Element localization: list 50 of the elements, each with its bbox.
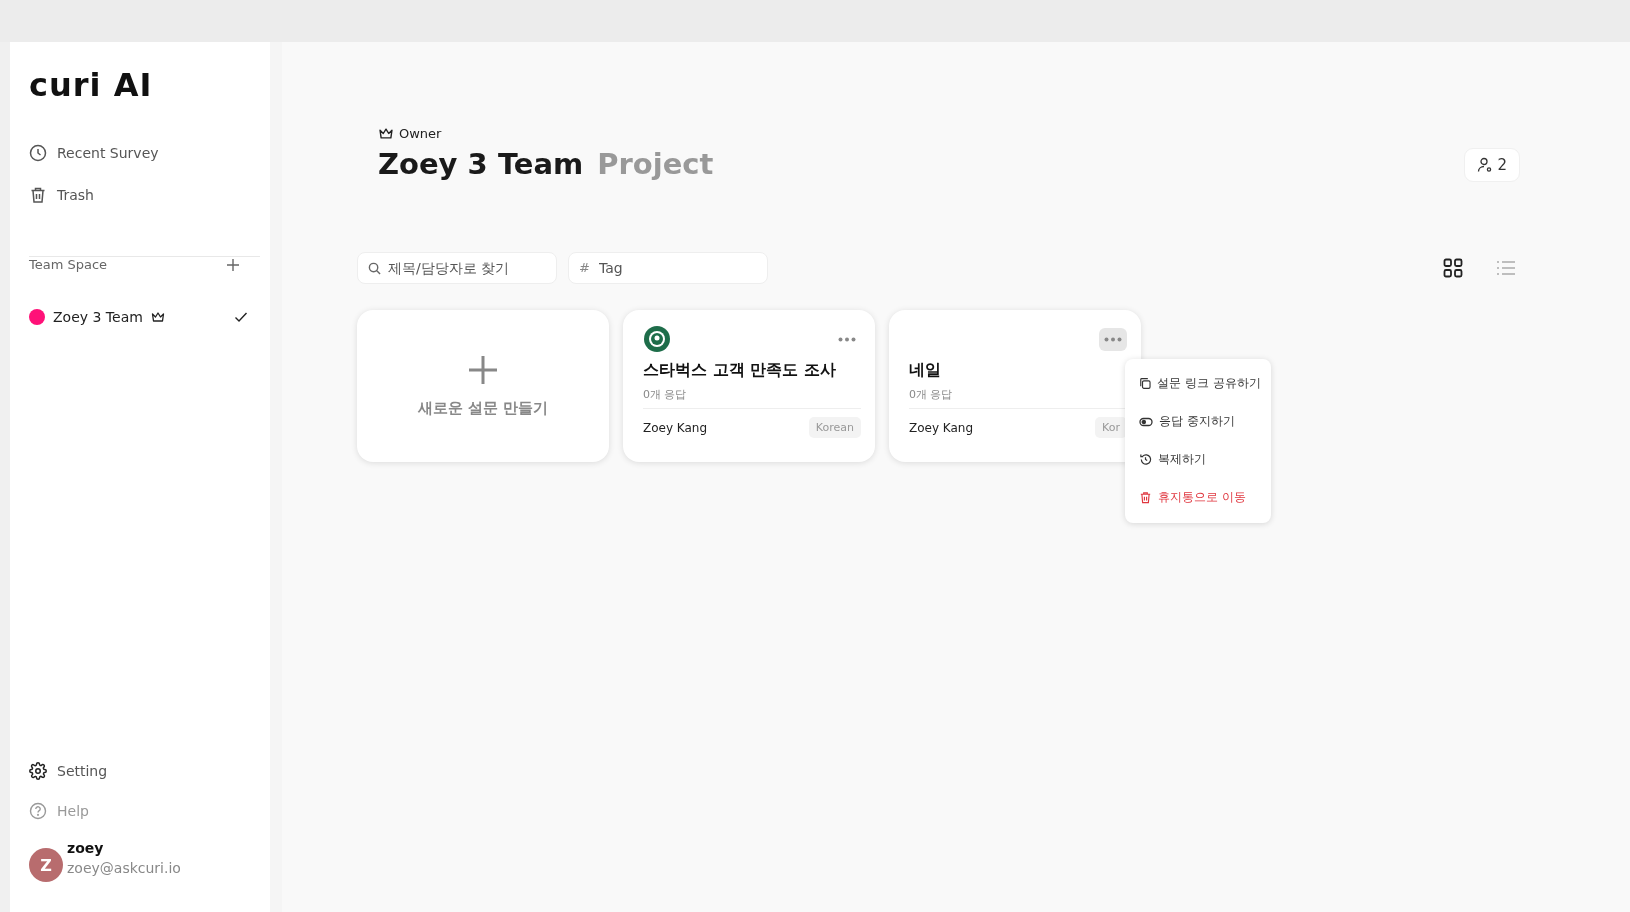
survey-title: 네일 bbox=[909, 360, 942, 381]
help-icon bbox=[29, 802, 47, 820]
user-avatar: Z bbox=[29, 848, 63, 882]
search-icon bbox=[368, 262, 381, 275]
team-name: Zoey 3 Team bbox=[53, 309, 143, 325]
logo-icon bbox=[643, 325, 671, 353]
menu-item[interactable]: 휴지통으로 이동 bbox=[1125, 481, 1271, 519]
trash-icon bbox=[1139, 491, 1152, 504]
clock-icon bbox=[29, 144, 47, 162]
more-icon bbox=[838, 336, 856, 342]
nav-item[interactable]: Setting bbox=[29, 762, 108, 780]
nav-item[interactable]: Recent Survey bbox=[29, 144, 159, 162]
plus-icon bbox=[468, 354, 498, 385]
check-icon bbox=[234, 311, 248, 323]
menu-item[interactable]: 응답 중지하기 bbox=[1125, 405, 1271, 443]
list-icon bbox=[1496, 258, 1516, 278]
toggle-icon bbox=[1139, 416, 1153, 427]
more-button[interactable] bbox=[1099, 327, 1127, 351]
history-icon bbox=[1139, 453, 1152, 466]
search-field[interactable]: 제목/담당자로 찾기 bbox=[357, 252, 557, 284]
copy-icon bbox=[1139, 377, 1152, 390]
crown-icon bbox=[378, 127, 394, 140]
author-name: Zoey Kang bbox=[909, 420, 974, 435]
language-tag: Kor bbox=[1095, 417, 1127, 438]
section-label: Team Space bbox=[29, 257, 108, 272]
user-email: zoey@askcuri.io bbox=[67, 860, 181, 876]
language-tag: Korean bbox=[808, 417, 861, 438]
author-name: Zoey Kang bbox=[643, 420, 708, 435]
menu-item[interactable]: 설문 링크 공유하기 bbox=[1125, 367, 1271, 405]
hash-symbol: # bbox=[579, 260, 590, 275]
nav-item[interactable]: Trash bbox=[29, 186, 94, 204]
survey-title: 스타벅스 고객 만족도 조사 bbox=[643, 360, 837, 381]
menu-item[interactable]: 복제하기 bbox=[1125, 443, 1271, 481]
new-survey-label: 새로운 설문 만들기 bbox=[417, 398, 549, 418]
user-name: zoey bbox=[67, 840, 105, 856]
more-icon bbox=[1104, 336, 1122, 342]
settings-icon bbox=[29, 762, 47, 780]
team-item[interactable]: Zoey 3 Team bbox=[29, 309, 248, 325]
team-title: Zoey 3 Team bbox=[378, 147, 584, 181]
user-gear-icon bbox=[1477, 157, 1494, 173]
response-count: 0개 응답 bbox=[643, 387, 861, 409]
page-subtitle: Project bbox=[597, 147, 714, 181]
survey-card[interactable]: 스타벅스 고객 만족도 조사 0개 응답 Zoey Kang Korean bbox=[623, 310, 875, 462]
trash-icon bbox=[29, 186, 47, 204]
grid-icon bbox=[1443, 258, 1463, 278]
members-button[interactable]: 2 bbox=[1464, 148, 1520, 182]
logo: curi AI bbox=[29, 66, 153, 104]
new-survey-card[interactable]: 새로운 설문 만들기 bbox=[357, 310, 609, 462]
add-icon[interactable] bbox=[226, 258, 240, 272]
role-label: Owner bbox=[399, 126, 442, 141]
